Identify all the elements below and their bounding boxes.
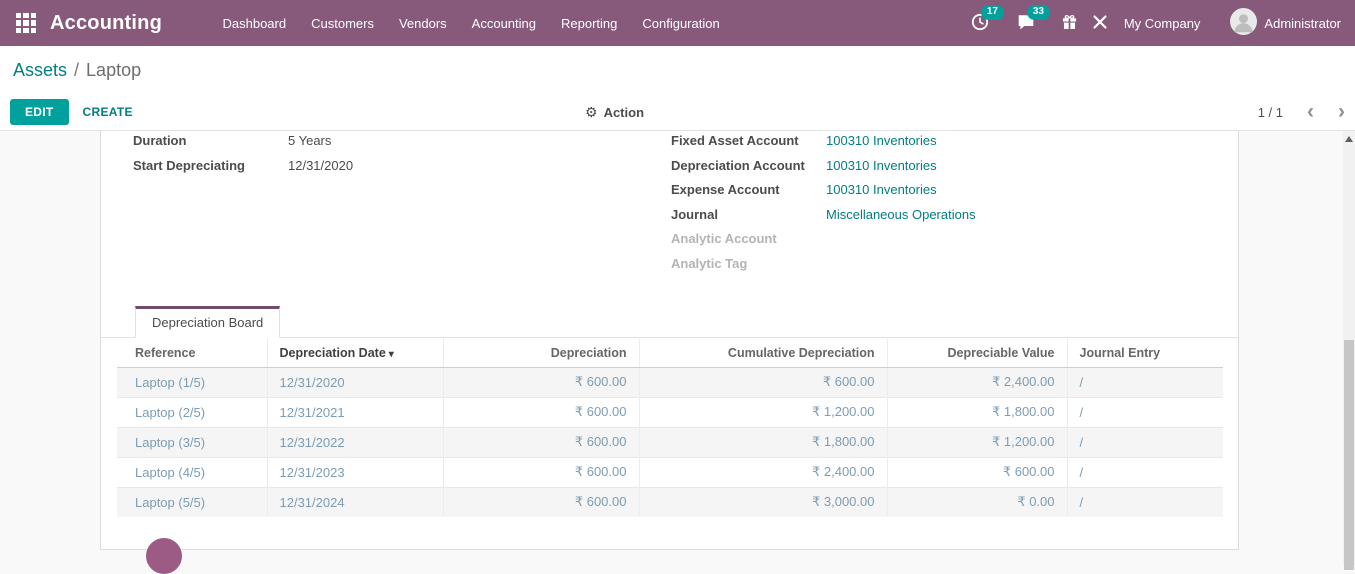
vertical-scrollbar[interactable] (1343, 131, 1355, 565)
field-depreciation-account: Depreciation Account 100310 Inventories (671, 158, 1238, 183)
column-header-journal-entry[interactable]: Journal Entry (1067, 339, 1223, 368)
column-header-depreciation[interactable]: Depreciation (443, 339, 639, 368)
activity-count-badge: 17 (981, 5, 1004, 20)
field-expense-account: Expense Account 100310 Inventories (671, 182, 1238, 207)
apps-menu-icon[interactable] (16, 13, 36, 33)
depreciation-board-table: Reference Depreciation Date▾ Depreciatio… (117, 339, 1223, 517)
pager-value: 1 / 1 (1258, 105, 1283, 120)
depreciation-account-link[interactable]: 100310 Inventories (826, 158, 937, 173)
top-navbar: Accounting Dashboard Customers Vendors A… (0, 0, 1355, 46)
table-row[interactable]: Laptop (1/5) 12/31/2020 ₹ 600.00 ₹ 600.0… (117, 367, 1223, 397)
nav-dashboard[interactable]: Dashboard (215, 0, 295, 46)
field-journal: Journal Miscellaneous Operations (671, 207, 1238, 232)
column-header-reference[interactable]: Reference (117, 339, 267, 368)
pager-previous-button[interactable]: ‹ (1307, 105, 1314, 119)
column-header-depreciable-value[interactable]: Depreciable Value (887, 339, 1067, 368)
control-panel: EDIT CREATE ⚙ Action 1 / 1 ‹ › (0, 94, 1355, 131)
messages-button[interactable]: 33 (1013, 9, 1049, 38)
fixed-asset-account-link[interactable]: 100310 Inventories (826, 133, 937, 148)
breadcrumb-assets[interactable]: Assets (13, 60, 67, 81)
user-menu[interactable]: Administrator (1230, 8, 1341, 38)
table-row[interactable]: Laptop (2/5) 12/31/2021 ₹ 600.00 ₹ 1,200… (117, 397, 1223, 427)
app-title[interactable]: Accounting (50, 12, 162, 35)
main-menu: Dashboard Customers Vendors Accounting R… (210, 0, 732, 46)
breadcrumb-current: Laptop (86, 60, 141, 81)
notebook-tabs: Depreciation Board (101, 306, 1238, 338)
tab-depreciation-board[interactable]: Depreciation Board (135, 306, 280, 338)
asset-form-fields: Duration 5 Years Start Depreciating 12/3… (101, 131, 1238, 281)
company-switcher[interactable]: My Company (1124, 16, 1201, 31)
scroll-up-arrow[interactable] (1345, 136, 1353, 142)
form-right-column: Fixed Asset Account 100310 Inventories D… (671, 133, 1238, 281)
field-analytic-tag: Analytic Tag (671, 256, 1238, 281)
activities-button[interactable]: 17 (967, 9, 1003, 38)
nav-accounting[interactable]: Accounting (464, 0, 544, 46)
table-row[interactable]: Laptop (4/5) 12/31/2023 ₹ 600.00 ₹ 2,400… (117, 457, 1223, 487)
journal-link[interactable]: Miscellaneous Operations (826, 207, 976, 222)
gift-icon (1061, 13, 1078, 33)
nav-reporting[interactable]: Reporting (553, 0, 625, 46)
user-name: Administrator (1264, 16, 1341, 31)
form-left-column: Duration 5 Years Start Depreciating 12/3… (133, 133, 671, 281)
field-duration: Duration 5 Years (133, 133, 671, 158)
scrollbar-thumb[interactable] (1344, 340, 1354, 570)
field-start-depreciating: Start Depreciating 12/31/2020 (133, 158, 671, 183)
action-menu-button[interactable]: ⚙ Action (585, 104, 644, 121)
field-fixed-asset-account: Fixed Asset Account 100310 Inventories (671, 133, 1238, 158)
sort-desc-icon: ▾ (389, 349, 394, 360)
breadcrumb-separator: / (74, 60, 79, 81)
action-label: Action (604, 105, 644, 120)
asset-form-sheet: Duration 5 Years Start Depreciating 12/3… (100, 131, 1239, 550)
table-header-row: Reference Depreciation Date▾ Depreciatio… (117, 339, 1223, 368)
nav-configuration[interactable]: Configuration (634, 0, 727, 46)
table-row[interactable]: Laptop (5/5) 12/31/2024 ₹ 600.00 ₹ 3,000… (117, 487, 1223, 517)
gift-button[interactable] (1059, 9, 1080, 37)
expense-account-link[interactable]: 100310 Inventories (826, 182, 937, 197)
nav-vendors[interactable]: Vendors (391, 0, 455, 46)
avatar (1230, 8, 1257, 38)
edit-button[interactable]: EDIT (10, 99, 69, 125)
pager: 1 / 1 ‹ › (1258, 105, 1345, 120)
table-row[interactable]: Laptop (3/5) 12/31/2022 ₹ 600.00 ₹ 1,800… (117, 427, 1223, 457)
nav-customers[interactable]: Customers (303, 0, 382, 46)
create-button[interactable]: CREATE (83, 105, 133, 119)
column-header-cumulative-depreciation[interactable]: Cumulative Depreciation (639, 339, 887, 368)
content-area: Duration 5 Years Start Depreciating 12/3… (0, 131, 1343, 565)
chat-launcher-button[interactable] (146, 538, 182, 574)
topbar-right: 17 33 My Company Administrator (967, 8, 1343, 38)
pager-next-button[interactable]: › (1338, 105, 1345, 119)
gear-icon: ⚙ (585, 104, 598, 121)
tools-icon (1092, 14, 1108, 33)
message-count-badge: 33 (1027, 5, 1050, 20)
support-tools-button[interactable] (1090, 10, 1110, 37)
breadcrumb: Assets / Laptop (0, 46, 1355, 94)
field-analytic-account: Analytic Account (671, 231, 1238, 256)
column-header-depreciation-date[interactable]: Depreciation Date▾ (267, 339, 443, 368)
